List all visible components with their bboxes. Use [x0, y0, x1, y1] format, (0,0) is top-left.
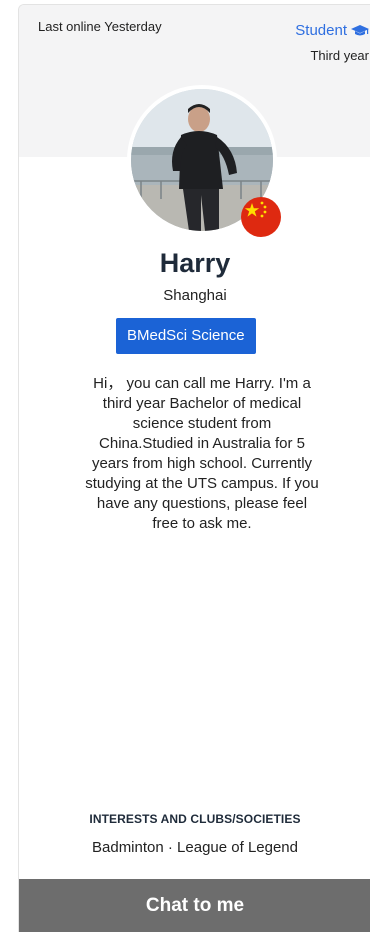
role-label: Student — [295, 22, 347, 39]
profile-card: Last online Yesterday Student Third year — [18, 4, 370, 932]
interests-list: Badminton · League of Legend — [92, 839, 298, 856]
role-label-row: Student — [295, 22, 369, 39]
year-of-study: Third year — [310, 48, 369, 63]
profile-name: Harry — [159, 248, 231, 278]
avatar-container — [127, 85, 281, 237]
chat-to-me-button[interactable]: Chat to me — [19, 879, 370, 932]
profile-city: Shanghai — [163, 287, 227, 304]
graduation-cap-icon — [351, 24, 369, 35]
course-badge: BMedSci Science — [116, 318, 256, 354]
role-info: Student Third year — [295, 22, 369, 63]
china-flag-icon — [241, 197, 281, 237]
interests-heading: INTERESTS AND CLUBS/SOCIETIES — [89, 812, 301, 826]
profile-bio: Hi， you can call me Harry. I'm a third y… — [85, 375, 319, 532]
last-online-status: Last online Yesterday — [38, 19, 162, 34]
